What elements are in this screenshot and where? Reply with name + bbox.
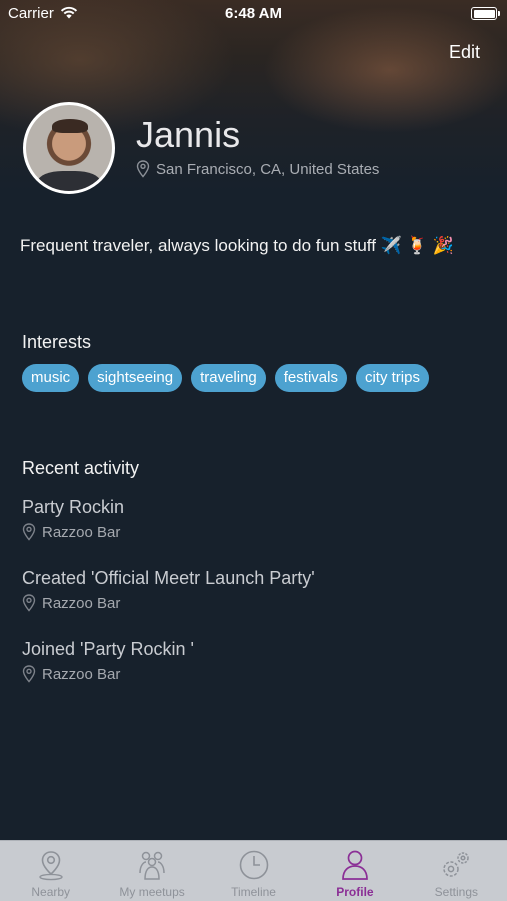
tab-label: Timeline [231,885,276,899]
activity-place: Razzoo Bar [22,665,194,683]
tab-bar: Nearby My meetups Timeline Profile Setti… [0,840,507,901]
activity-item[interactable]: Party Rockin Razzoo Bar [22,497,124,541]
group-icon [139,851,165,880]
interest-tag[interactable]: festivals [274,364,347,392]
activity-place-label: Razzoo Bar [42,665,121,683]
interest-tag[interactable]: traveling [191,364,266,392]
tab-label: Settings [434,885,478,899]
tab-label: Nearby [31,885,71,899]
activity-place-label: Razzoo Bar [42,594,121,612]
interest-tag[interactable]: sightseeing [88,364,183,392]
clock-time: 6:48 AM [225,5,282,22]
location-pin-icon [39,851,63,881]
location-pin-icon [22,523,36,541]
profile-bio: Frequent traveler, always looking to do … [20,236,454,255]
avatar[interactable] [23,102,115,194]
interest-tags: music sightseeing traveling festivals ci… [22,364,482,392]
tab-label: Profile [336,885,374,899]
gear-icon [443,852,470,877]
tab-nearby[interactable]: Nearby [0,841,101,901]
activity-item[interactable]: Joined 'Party Rockin ' Razzoo Bar [22,639,194,683]
battery-icon [471,7,500,20]
status-bar: Carrier 6:48 AM [0,0,507,28]
interests-heading: Interests [22,332,92,352]
interest-tag[interactable]: city trips [355,364,429,392]
location-pin-icon [22,665,36,683]
profile-location: San Francisco, CA, United States [136,160,379,178]
tab-label: My meetups [119,885,185,899]
activity-place: Razzoo Bar [22,523,124,541]
tab-profile[interactable]: Profile [304,841,405,901]
activity-place: Razzoo Bar [22,594,315,612]
activity-place-label: Razzoo Bar [42,523,121,541]
activity-title: Created 'Official Meetr Launch Party' [22,568,315,588]
profile-name: Jannis [136,114,241,155]
activity-title: Party Rockin [22,497,125,517]
interest-tag[interactable]: music [22,364,80,392]
activity-item[interactable]: Created 'Official Meetr Launch Party' Ra… [22,568,315,612]
tab-my-meetups[interactable]: My meetups [101,841,202,901]
location-pin-icon [136,160,150,178]
tab-timeline[interactable]: Timeline [203,841,304,901]
tab-settings[interactable]: Settings [406,841,507,901]
location-pin-icon [22,594,36,612]
clock-icon [239,850,268,880]
edit-button[interactable]: Edit [449,42,480,63]
activity-title: Joined 'Party Rockin ' [22,639,194,659]
location-label: San Francisco, CA, United States [156,160,380,178]
recent-activity-heading: Recent activity [22,458,140,478]
person-icon [342,850,368,880]
